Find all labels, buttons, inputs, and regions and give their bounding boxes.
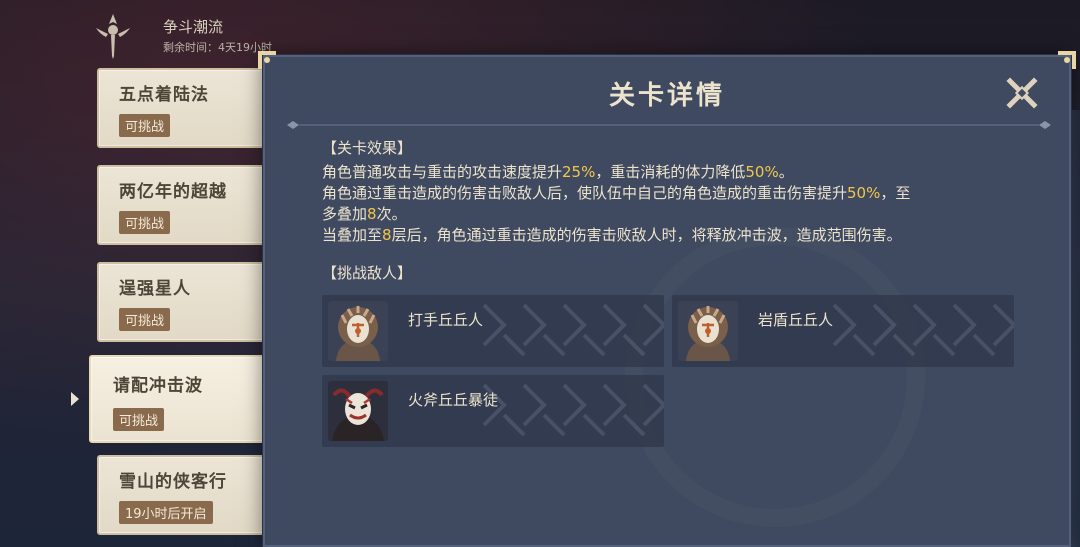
dialog-watermark: [625, 227, 925, 527]
card-pattern: [832, 303, 1014, 357]
effect-text: 次。: [376, 205, 407, 223]
card-pattern: [482, 303, 664, 357]
enemy-card[interactable]: 打手丘丘人: [322, 295, 664, 367]
level-status-badge: 可挑战: [119, 211, 171, 234]
enemy-card[interactable]: 火斧丘丘暴徒: [322, 375, 664, 447]
effect-text: 角色通过重击造成的伤害击败敌人后，使队伍中自己的角色造成的重击伤害提升: [322, 184, 848, 202]
effect-line: 角色普通攻击与重击的攻击速度提升25%，重击消耗的体力降低50%。: [322, 162, 1022, 183]
effect-text: 角色普通攻击与重击的攻击速度提升: [322, 163, 563, 181]
level-card-1[interactable]: 五点着陆法 可挑战: [97, 68, 272, 148]
effect-line: 多叠加8次。: [322, 204, 1022, 225]
dialog-corner-ornament-icon: [258, 51, 276, 69]
close-icon[interactable]: [1002, 73, 1042, 113]
enemy-card[interactable]: 岩盾丘丘人: [672, 295, 1014, 367]
effect-text: 层后，角色通过重击造成的伤害击败敌人时，将释放冲击波，造成范围伤害。: [391, 226, 902, 244]
level-list: 五点着陆法 可挑战 两亿年的超越 可挑战 逞强星人 可挑战 请配冲击波 可挑战 …: [0, 0, 272, 547]
level-card-4-selected[interactable]: 请配冲击波 可挑战: [89, 355, 272, 443]
level-status-badge: 可挑战: [119, 308, 171, 331]
level-name: 请配冲击波: [113, 376, 203, 396]
effect-value: 50%: [847, 184, 881, 202]
effect-text: 。: [778, 163, 794, 181]
level-status-badge: 可挑战: [113, 408, 165, 431]
effect-value: 8: [382, 226, 392, 244]
hilichurl-rock-shield-icon: [678, 301, 738, 361]
level-name: 两亿年的超越: [119, 182, 227, 202]
level-name: 逞强星人: [119, 279, 191, 299]
effect-text: 当叠加至: [322, 226, 383, 244]
enemy-name: 岩盾丘丘人: [758, 311, 834, 329]
title-divider: [287, 121, 1051, 129]
level-details-dialog: 关卡详情 【关卡效果】 角色普通攻击与重击的攻击速度提升25%，重击消耗的体力降…: [263, 55, 1071, 547]
enemies-section-header: 【挑战敌人】: [322, 264, 413, 282]
enemy-name: 打手丘丘人: [408, 311, 484, 329]
effect-line: 当叠加至8层后，角色通过重击造成的伤害击败敌人时，将释放冲击波，造成范围伤害。: [322, 225, 1022, 246]
enemy-name: 火斧丘丘暴徒: [408, 391, 499, 409]
card-pattern: [482, 383, 664, 437]
dialog-corner-ornament-icon: [1058, 51, 1076, 69]
hilichurl-blazing-axe-mitachurl-icon: [328, 381, 388, 441]
level-card-3[interactable]: 逞强星人 可挑战: [97, 262, 272, 342]
level-card-2[interactable]: 两亿年的超越 可挑战: [97, 165, 272, 245]
effect-line: 角色通过重击造成的伤害击败敌人后，使队伍中自己的角色造成的重击伤害提升50%，至: [322, 183, 1022, 204]
level-card-5[interactable]: 雪山的侠客行 19小时后开启: [97, 455, 272, 535]
dialog-title: 关卡详情: [608, 81, 725, 111]
effect-section-header: 【关卡效果】: [322, 139, 413, 157]
effect-text: ，重击消耗的体力降低: [595, 163, 746, 181]
selected-arrow-icon: [71, 392, 79, 406]
level-status-badge: 19小时后开启: [119, 501, 213, 524]
hilichurl-fighter-icon: [328, 301, 388, 361]
level-name: 五点着陆法: [119, 85, 209, 105]
effect-value: 50%: [745, 163, 779, 181]
effect-text: ，至: [880, 184, 911, 202]
effect-description: 角色普通攻击与重击的攻击速度提升25%，重击消耗的体力降低50%。 角色通过重击…: [322, 162, 1022, 246]
level-name: 雪山的侠客行: [119, 472, 227, 492]
effect-value: 25%: [562, 163, 596, 181]
level-status-badge: 可挑战: [119, 114, 171, 137]
effect-text: 多叠加: [322, 205, 368, 223]
effect-value: 8: [367, 205, 377, 223]
